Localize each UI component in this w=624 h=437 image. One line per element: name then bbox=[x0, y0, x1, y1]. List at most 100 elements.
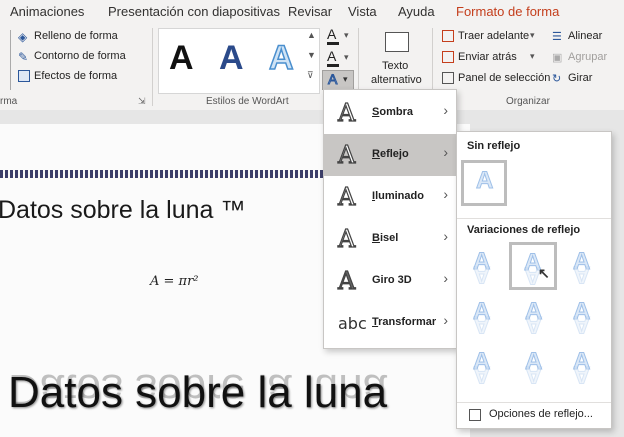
menu-item-label: ombra bbox=[379, 106, 413, 118]
reflection-variation[interactable]: AA bbox=[513, 294, 555, 339]
reflection-preview-icon: A bbox=[473, 311, 491, 339]
chevron-right-icon: › bbox=[443, 102, 448, 118]
shape-fill-button[interactable]: Relleno de forma bbox=[34, 30, 118, 42]
reflection-preview-icon: A bbox=[573, 311, 591, 339]
wordart-sample-black[interactable]: A bbox=[169, 39, 194, 78]
gallery-more-icon[interactable]: ⊽ bbox=[307, 70, 314, 81]
menu-item-label: Giro 3D bbox=[372, 274, 412, 286]
shape-effects-button[interactable]: Efectos de forma bbox=[34, 70, 117, 82]
reflection-effect-icon: A bbox=[337, 140, 356, 169]
ribbon-tabs: Animaciones Presentación con diapositiva… bbox=[0, 0, 624, 27]
chevron-down-icon: ▾ bbox=[343, 74, 348, 84]
transform-effect-icon: abc bbox=[338, 314, 367, 333]
reflection-submenu: Sin reflejo A Variaciones de reflejo AA … bbox=[456, 131, 612, 429]
reflection-options-item[interactable]: Opciones de reflejo... bbox=[457, 402, 611, 429]
group-icon: ▣ bbox=[552, 52, 563, 64]
align-icon: ☰ bbox=[552, 31, 562, 43]
accel-key: R bbox=[372, 148, 380, 160]
menu-item-iluminado[interactable]: A Iluminado › bbox=[324, 176, 456, 218]
shape-styles-group-label: rma bbox=[0, 96, 18, 107]
send-backward-icon bbox=[442, 51, 454, 63]
reflection-preview-icon: A bbox=[573, 261, 591, 289]
group-button: Agrupar bbox=[568, 51, 608, 63]
outline-pen-icon: ✎ bbox=[18, 50, 29, 64]
text-effects-button[interactable]: A ▾ bbox=[322, 70, 354, 90]
chevron-right-icon: › bbox=[443, 228, 448, 244]
slide-formula[interactable]: A = πr² bbox=[150, 274, 199, 289]
tab-formato-de-forma[interactable]: Formato de forma bbox=[456, 4, 560, 27]
reflection-preview-icon: A bbox=[573, 361, 591, 389]
no-reflection-option[interactable]: A bbox=[461, 160, 507, 206]
rotate-icon: ↻ bbox=[552, 73, 562, 85]
selection-pane-button[interactable]: Panel de selección bbox=[458, 72, 550, 84]
arrange-group-label: Organizar bbox=[506, 96, 550, 107]
text-outline-icon[interactable]: A bbox=[327, 48, 336, 64]
alt-text-line2[interactable]: alternativo bbox=[371, 74, 422, 86]
slide-title-small[interactable]: Datos sobre la luna ™ bbox=[0, 196, 245, 225]
text-fill-color-bar bbox=[327, 42, 339, 45]
dotted-divider bbox=[0, 170, 330, 178]
gallery-scroll-icon[interactable] bbox=[2, 30, 11, 90]
chevron-down-icon[interactable]: ▾ bbox=[530, 30, 535, 41]
alt-text-line1[interactable]: Texto bbox=[382, 60, 408, 72]
menu-item-sombra[interactable]: A Sombra › bbox=[324, 92, 456, 134]
section-divider bbox=[457, 218, 611, 219]
shape-outline-button[interactable]: Contorno de forma bbox=[34, 50, 126, 62]
fill-bucket-icon: ◈ bbox=[18, 30, 28, 44]
rotate-button[interactable]: Girar bbox=[568, 72, 592, 84]
alt-text-icon bbox=[385, 32, 409, 52]
reflection-variation[interactable]: AA bbox=[513, 344, 555, 389]
reflection-variation[interactable]: AA bbox=[461, 344, 503, 389]
accel-key: B bbox=[372, 232, 380, 244]
shadow-effect-icon: A bbox=[337, 98, 356, 127]
no-reflection-heading: Sin reflejo bbox=[467, 140, 521, 152]
menu-item-label: isel bbox=[379, 232, 399, 244]
ribbon: ◈ Relleno de forma ✎ Contorno de forma E… bbox=[0, 24, 624, 111]
gallery-down-icon[interactable]: ▼ bbox=[307, 50, 316, 60]
align-button[interactable]: Alinear bbox=[568, 30, 602, 42]
text-fill-icon[interactable]: A bbox=[327, 26, 336, 42]
chevron-right-icon: › bbox=[443, 144, 448, 160]
shape-effects-icon bbox=[18, 70, 30, 82]
reflection-variation[interactable]: AA bbox=[561, 244, 603, 289]
chevron-right-icon: › bbox=[443, 312, 448, 328]
reflection-options-label: Opciones de reflejo... bbox=[489, 408, 593, 420]
reflection-variation[interactable]: AA bbox=[561, 344, 603, 389]
reflection-variation[interactable]: AA bbox=[461, 294, 503, 339]
menu-item-transformar[interactable]: abc Transformar › bbox=[324, 302, 456, 344]
chevron-right-icon: › bbox=[443, 270, 448, 286]
dialog-launcher-icon[interactable]: ⇲ bbox=[138, 96, 146, 107]
wordart-sample-blue[interactable]: A bbox=[219, 39, 244, 78]
gallery-up-icon[interactable]: ▲ bbox=[307, 30, 316, 40]
bring-forward-button[interactable]: Traer adelante bbox=[458, 30, 529, 42]
selection-pane-icon bbox=[442, 72, 454, 84]
group-separator bbox=[152, 28, 153, 106]
menu-item-label: luminado bbox=[375, 190, 424, 202]
tab-animaciones[interactable]: Animaciones bbox=[10, 4, 84, 19]
reflection-preview-icon: A bbox=[525, 311, 543, 339]
menu-item-bisel[interactable]: A Bisel › bbox=[324, 218, 456, 260]
chevron-down-icon[interactable]: ▾ bbox=[344, 30, 349, 41]
tab-presentacion[interactable]: Presentación con diapositivas bbox=[108, 4, 280, 19]
chevron-right-icon: › bbox=[443, 186, 448, 202]
menu-item-label: eflejo bbox=[379, 148, 409, 160]
text-effects-icon: A bbox=[327, 71, 338, 88]
menu-item-label: ransformar bbox=[378, 316, 437, 328]
reflection-variation[interactable]: AA bbox=[561, 294, 603, 339]
chevron-down-icon[interactable]: ▾ bbox=[344, 52, 349, 63]
bevel-effect-icon: A bbox=[337, 224, 356, 253]
slide-title-reflection: Datos sobre la luna bbox=[8, 365, 388, 414]
tab-revisar[interactable]: Revisar bbox=[288, 4, 332, 19]
reflection-variation[interactable]: AA bbox=[461, 244, 503, 289]
glow-effect-icon: A bbox=[337, 182, 356, 211]
menu-item-giro-3d[interactable]: A Giro 3D › bbox=[324, 260, 456, 302]
reflection-variation-hovered[interactable]: A A ↖ bbox=[509, 242, 557, 290]
reflection-preview-icon: A bbox=[475, 167, 494, 195]
wordart-sample-outline[interactable]: A bbox=[268, 38, 294, 78]
tab-vista[interactable]: Vista bbox=[348, 4, 377, 19]
send-backward-button[interactable]: Enviar atrás bbox=[458, 51, 517, 63]
reflection-preview-icon: A bbox=[473, 361, 491, 389]
tab-ayuda[interactable]: Ayuda bbox=[398, 4, 435, 19]
chevron-down-icon[interactable]: ▾ bbox=[530, 51, 535, 62]
menu-item-reflejo[interactable]: A Reflejo › bbox=[324, 134, 456, 176]
